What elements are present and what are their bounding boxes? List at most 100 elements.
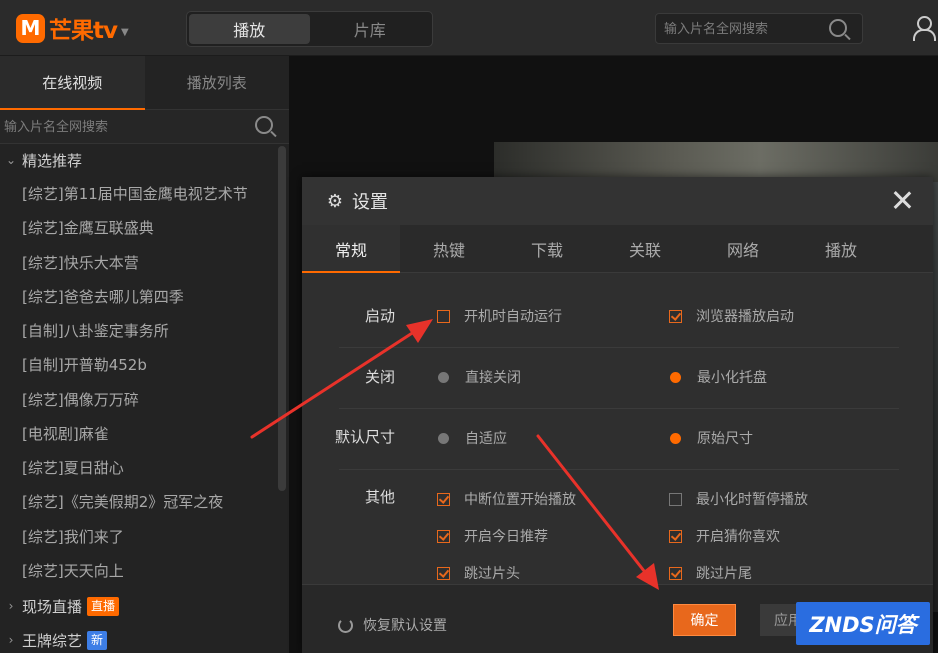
divider xyxy=(339,408,899,409)
refresh-icon xyxy=(338,617,353,633)
list-item[interactable]: [综艺]《完美假期2》冠军之夜 xyxy=(22,490,223,514)
today-recommend-checkbox[interactable]: 开启今日推荐 xyxy=(437,526,548,546)
top-bar: M 芒果tv ▼ 播放 片库 xyxy=(0,0,938,56)
list-item[interactable]: [综艺]偶像万万碎 xyxy=(22,388,139,412)
live-badge: 直播 xyxy=(87,596,120,616)
browser-launch-label: 浏览器播放启动 xyxy=(696,309,794,325)
skip-outro-label: 跳过片尾 xyxy=(696,566,752,582)
tab-hotkeys[interactable]: 热键 xyxy=(400,225,498,272)
browser-launch-checkbox[interactable]: 浏览器播放启动 xyxy=(669,306,794,326)
size-original-label: 原始尺寸 xyxy=(697,431,753,447)
tab-library[interactable]: 片库 xyxy=(310,14,431,44)
pause-minimized-checkbox[interactable]: 最小化时暂停播放 xyxy=(669,489,808,509)
mango-tv-logo[interactable]: M 芒果tv ▼ xyxy=(16,13,129,44)
skip-intro-checkbox[interactable]: 跳过片头 xyxy=(437,563,520,583)
sidebar-scrollbar[interactable] xyxy=(278,146,286,491)
checkbox-box[interactable] xyxy=(437,309,450,323)
size-adaptive-radio[interactable]: 自适应 xyxy=(438,428,507,448)
search-icon[interactable] xyxy=(255,116,273,134)
radio-dot[interactable] xyxy=(670,432,681,444)
chevron-right-icon: › xyxy=(8,599,14,613)
list-item[interactable]: [自制]开普勒452b xyxy=(22,353,147,377)
minimize-tray-label: 最小化托盘 xyxy=(697,370,767,386)
autostart-label: 开机时自动运行 xyxy=(464,309,562,325)
video-scene xyxy=(494,142,938,182)
list-item[interactable]: [综艺]第11届中国金鹰电视艺术节 xyxy=(22,182,248,206)
chevron-right-icon: › xyxy=(8,633,14,647)
checkbox-box[interactable] xyxy=(437,492,450,506)
autostart-checkbox[interactable]: 开机时自动运行 xyxy=(437,306,562,326)
tab-general[interactable]: 常规 xyxy=(302,225,400,273)
checkbox-box[interactable] xyxy=(669,309,682,323)
minimize-tray-radio[interactable]: 最小化托盘 xyxy=(670,367,767,387)
checkbox-box[interactable] xyxy=(669,492,682,506)
divider xyxy=(339,347,899,348)
guess-you-like-label: 开启猜你喜欢 xyxy=(696,529,780,545)
close-direct-radio[interactable]: 直接关闭 xyxy=(438,367,521,387)
close-direct-label: 直接关闭 xyxy=(465,370,521,386)
close-icon[interactable] xyxy=(891,189,913,211)
list-item[interactable]: [综艺]金鹰互联盛典 xyxy=(22,216,154,240)
size-adaptive-label: 自适应 xyxy=(465,431,507,447)
section-featured[interactable]: ⌄ 精选推荐 xyxy=(0,145,82,175)
skip-outro-checkbox[interactable]: 跳过片尾 xyxy=(669,563,752,583)
tab-play[interactable]: 播放 xyxy=(189,14,310,44)
logo-text: 芒果tv xyxy=(49,18,118,44)
section-ace-label: 王牌综艺 xyxy=(22,631,83,650)
app-window: M 芒果tv ▼ 播放 片库 在线视频 播放列表 ⌄ 精选推荐 [综艺]第11届… xyxy=(0,0,938,653)
ok-button[interactable]: 确定 xyxy=(673,604,736,636)
list-item[interactable]: [综艺]爸爸去哪儿第四季 xyxy=(22,285,184,309)
reset-label: 恢复默认设置 xyxy=(363,618,447,634)
top-search-box xyxy=(655,13,863,44)
size-original-radio[interactable]: 原始尺寸 xyxy=(670,428,753,448)
checkbox-box[interactable] xyxy=(669,566,682,580)
dialog-title: 设置 xyxy=(352,192,388,213)
tab-download[interactable]: 下载 xyxy=(498,225,596,272)
list-item[interactable]: [电视剧]麻雀 xyxy=(22,422,109,446)
today-recommend-label: 开启今日推荐 xyxy=(464,529,548,545)
section-featured-label: 精选推荐 xyxy=(22,151,83,170)
tab-online-video[interactable]: 在线视频 xyxy=(0,56,145,110)
default-size-label: 默认尺寸 xyxy=(334,428,395,446)
list-item[interactable]: [综艺]夏日甜心 xyxy=(22,456,124,480)
settings-dialog: ⚙ 设置 常规 热键 下载 关联 网络 播放 启动 开机时自动运行 浏览器播放启… xyxy=(302,177,933,653)
user-icon[interactable] xyxy=(912,16,936,41)
gear-icon: ⚙ xyxy=(326,190,344,212)
list-item[interactable]: [自制]八卦鉴定事务所 xyxy=(22,319,169,343)
tab-association[interactable]: 关联 xyxy=(596,225,694,272)
dialog-header: ⚙ 设置 xyxy=(302,177,933,225)
guess-you-like-checkbox[interactable]: 开启猜你喜欢 xyxy=(669,526,780,546)
tab-playlist[interactable]: 播放列表 xyxy=(145,56,290,109)
sidebar-search-box xyxy=(0,110,289,144)
settings-tabs: 常规 热键 下载 关联 网络 播放 xyxy=(302,225,933,273)
other-label: 其他 xyxy=(364,488,395,506)
section-ace-variety[interactable]: › 王牌综艺 新 xyxy=(0,625,108,653)
startup-label: 启动 xyxy=(364,307,395,325)
tab-playback[interactable]: 播放 xyxy=(792,225,890,272)
checkbox-box[interactable] xyxy=(437,529,450,543)
checkbox-box[interactable] xyxy=(437,566,450,580)
resume-playback-label: 中断位置开始播放 xyxy=(464,492,576,508)
section-live-label: 现场直播 xyxy=(22,597,83,616)
resume-playback-checkbox[interactable]: 中断位置开始播放 xyxy=(437,489,576,509)
reset-defaults-button[interactable]: 恢复默认设置 xyxy=(338,615,447,635)
checkbox-box[interactable] xyxy=(669,529,682,543)
top-search-input[interactable] xyxy=(664,18,824,40)
close-label: 关闭 xyxy=(364,368,395,386)
new-badge: 新 xyxy=(87,630,108,650)
list-item[interactable]: [综艺]我们来了 xyxy=(22,525,124,549)
chevron-down-icon: ⌄ xyxy=(5,153,17,167)
radio-dot[interactable] xyxy=(438,371,449,383)
radio-dot[interactable] xyxy=(438,432,449,444)
chevron-down-icon[interactable]: ▼ xyxy=(121,27,129,38)
mode-tabs: 播放 片库 xyxy=(186,11,433,47)
pause-minimized-label: 最小化时暂停播放 xyxy=(696,492,808,508)
znds-watermark: ZNDS问答 xyxy=(796,602,930,645)
list-item[interactable]: [综艺]天天向上 xyxy=(22,559,124,583)
list-item[interactable]: [综艺]快乐大本营 xyxy=(22,251,139,275)
section-live[interactable]: › 现场直播 直播 xyxy=(0,591,120,621)
tab-network[interactable]: 网络 xyxy=(694,225,792,272)
radio-dot[interactable] xyxy=(670,371,681,383)
search-icon[interactable] xyxy=(829,19,847,37)
sidebar-search-input[interactable] xyxy=(4,116,244,138)
